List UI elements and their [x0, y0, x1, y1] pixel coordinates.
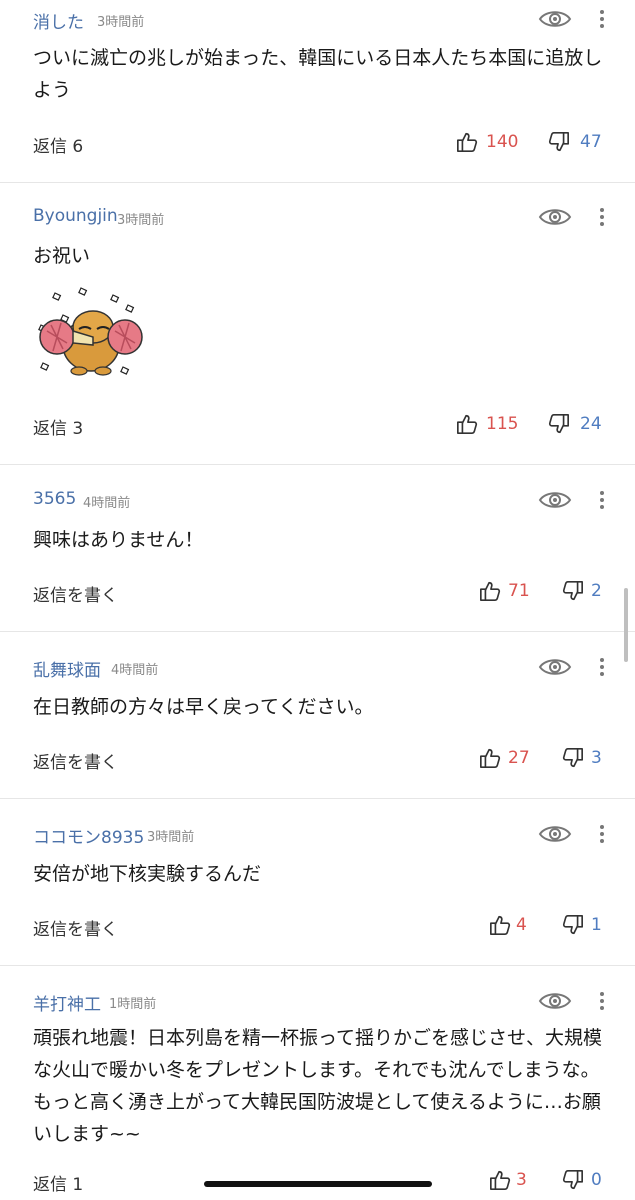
thumbs-down-icon[interactable]	[562, 580, 584, 602]
home-indicator	[204, 1181, 432, 1187]
comment-author[interactable]: 羊打神工	[33, 990, 101, 1015]
comment-body: お祝い	[33, 245, 91, 267]
comment-divider	[0, 798, 635, 799]
comment-author[interactable]: Byoungjin	[33, 206, 118, 226]
comment-divider	[0, 631, 635, 632]
thumbs-down-icon[interactable]	[562, 914, 584, 936]
thumbs-up-icon[interactable]	[489, 1169, 511, 1191]
thumbs-up-icon[interactable]	[456, 413, 478, 435]
comment-time: 3時間前	[97, 15, 145, 30]
thumbs-down-icon[interactable]	[548, 413, 570, 435]
like-count: 4	[516, 915, 527, 935]
comment-time: 4時間前	[111, 663, 159, 678]
reply-button[interactable]: 返信 3	[33, 414, 83, 439]
reply-button[interactable]: 返信 6	[33, 132, 83, 157]
thumbs-up-icon[interactable]	[489, 914, 511, 936]
thumbs-down-icon[interactable]	[562, 1169, 584, 1191]
eye-icon[interactable]	[538, 823, 572, 845]
dislike-count: 47	[580, 132, 602, 152]
comment-time: 4時間前	[83, 496, 131, 511]
comment-author[interactable]: 乱舞球面	[33, 656, 101, 681]
thumbs-up-icon[interactable]	[479, 580, 501, 602]
more-vertical-icon[interactable]	[596, 990, 608, 1012]
thumbs-up-icon[interactable]	[479, 747, 501, 769]
eye-icon[interactable]	[538, 8, 572, 30]
comment-divider	[0, 464, 635, 465]
thumbs-down-icon[interactable]	[548, 131, 570, 153]
comment-time: 1時間前	[109, 997, 157, 1012]
comment-time: 3時間前	[147, 830, 195, 845]
like-count: 115	[486, 414, 519, 434]
comment-divider	[0, 182, 635, 183]
dislike-count: 0	[591, 1170, 602, 1190]
comment-author[interactable]: 消した	[33, 8, 84, 33]
dislike-count: 1	[591, 915, 602, 935]
more-vertical-icon[interactable]	[596, 656, 608, 678]
thumbs-down-icon[interactable]	[562, 747, 584, 769]
eye-icon[interactable]	[538, 489, 572, 511]
more-vertical-icon[interactable]	[596, 489, 608, 511]
comment-divider	[0, 965, 635, 966]
comment-author[interactable]: 3565	[33, 489, 76, 509]
dislike-count: 3	[591, 748, 602, 768]
celebration-sticker	[38, 287, 143, 376]
comment-body: 安倍が地下核実験するんだ	[33, 863, 262, 885]
reply-button[interactable]: 返信 1	[33, 1170, 83, 1195]
like-count: 27	[508, 748, 530, 768]
like-count: 140	[486, 132, 519, 152]
eye-icon[interactable]	[538, 656, 572, 678]
dislike-count: 24	[580, 414, 602, 434]
like-count: 3	[516, 1170, 527, 1190]
more-vertical-icon[interactable]	[596, 823, 608, 845]
eye-icon[interactable]	[538, 990, 572, 1012]
comment-time: 3時間前	[117, 213, 165, 228]
reply-button[interactable]: 返信を書く	[33, 915, 118, 940]
dislike-count: 2	[591, 581, 602, 601]
like-count: 71	[508, 581, 530, 601]
comment-body: ついに滅亡の兆しが始まった、韓国にいる日本人たち本国に追放しよう	[33, 47, 603, 101]
comment-body: 在日教師の方々は早く戻ってください。	[33, 696, 374, 718]
reply-button[interactable]: 返信を書く	[33, 748, 118, 773]
thumbs-up-icon[interactable]	[456, 131, 478, 153]
comment-body: 頑張れ地震！日本列島を精一杯振って揺りかごを感じさせ、大規模な火山で暖かい冬をプ…	[33, 1027, 603, 1145]
eye-icon[interactable]	[538, 206, 572, 228]
comment-author[interactable]: ココモン8935	[33, 823, 144, 848]
comment-body: 興味はありません！	[33, 529, 204, 551]
scrollbar[interactable]	[624, 588, 628, 662]
more-vertical-icon[interactable]	[596, 206, 608, 228]
reply-button[interactable]: 返信を書く	[33, 581, 118, 606]
more-vertical-icon[interactable]	[596, 8, 608, 30]
